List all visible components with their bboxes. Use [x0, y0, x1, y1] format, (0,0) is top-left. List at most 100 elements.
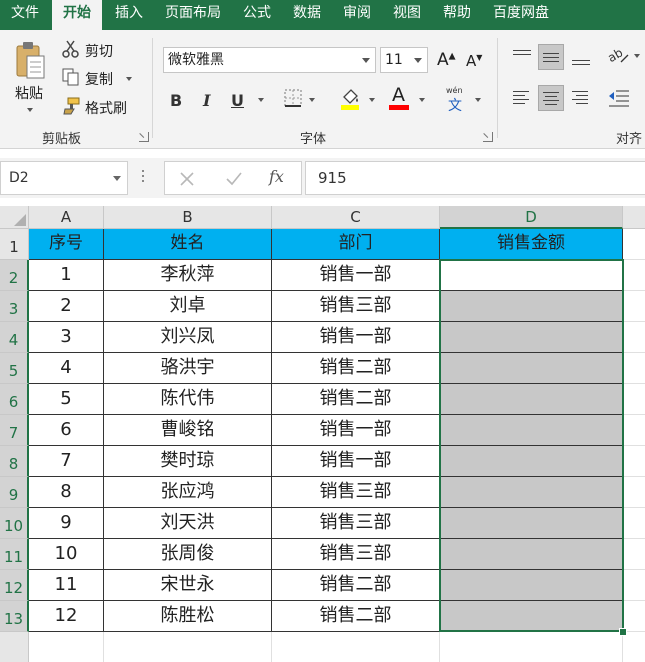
header-cell[interactable]: 序号 — [29, 229, 104, 260]
table-cell[interactable]: 李秋萍 — [104, 260, 272, 291]
empty-cell[interactable] — [623, 446, 645, 477]
empty-cell[interactable] — [272, 632, 440, 662]
table-cell[interactable]: 销售一部 — [272, 260, 440, 291]
fill-color-icon[interactable] — [340, 87, 360, 115]
border-icon[interactable] — [284, 89, 302, 111]
header-cell[interactable]: 销售金额 — [440, 229, 623, 260]
clipboard-launcher-icon[interactable] — [139, 132, 149, 142]
table-cell[interactable]: 刘天洪 — [104, 508, 272, 539]
cut-button[interactable]: 剪切 — [85, 41, 113, 61]
font-color-dropdown-icon[interactable] — [419, 98, 425, 102]
sales-amount-cell[interactable] — [440, 601, 623, 632]
formula-input[interactable]: 915 — [305, 161, 645, 195]
tab-item-1[interactable]: 开始 — [52, 0, 102, 30]
font-name-combo[interactable]: 微软雅黑 — [163, 47, 376, 73]
font-size-combo[interactable]: 11 — [380, 47, 428, 73]
table-cell[interactable]: 曹峻铭 — [104, 415, 272, 446]
phonetic-guide-icon[interactable]: wén 文 — [446, 86, 470, 114]
decrease-indent-icon[interactable] — [608, 88, 630, 112]
bold-button[interactable]: B — [170, 91, 182, 110]
border-dropdown-icon[interactable] — [309, 98, 315, 102]
row-header[interactable]: 6 — [0, 384, 29, 415]
name-box[interactable]: D2 — [0, 161, 128, 195]
empty-cell[interactable] — [623, 260, 645, 291]
format-painter-icon[interactable] — [62, 97, 80, 119]
fill-color-dropdown-icon[interactable] — [369, 98, 375, 102]
row-header[interactable]: 10 — [0, 508, 29, 539]
shrink-font-button[interactable]: A▼ — [466, 52, 482, 70]
table-cell[interactable]: 销售一部 — [272, 322, 440, 353]
column-header-a[interactable]: A — [29, 206, 104, 229]
table-cell[interactable]: 刘兴凤 — [104, 322, 272, 353]
paste-button[interactable]: 粘贴 — [15, 83, 43, 103]
empty-cell[interactable] — [623, 229, 645, 260]
tab-item-7[interactable]: 视图 — [382, 0, 432, 28]
italic-button[interactable]: I — [203, 91, 210, 110]
column-header-c[interactable]: C — [272, 206, 440, 229]
underline-dropdown-icon[interactable] — [258, 98, 264, 102]
empty-cell[interactable] — [623, 384, 645, 415]
table-cell[interactable]: 4 — [29, 353, 104, 384]
table-cell[interactable]: 12 — [29, 601, 104, 632]
sales-amount-cell[interactable] — [440, 477, 623, 508]
empty-cell[interactable] — [623, 508, 645, 539]
formula-bar-splitter-icon[interactable] — [142, 170, 144, 185]
enter-icon[interactable] — [225, 171, 243, 187]
sales-amount-cell[interactable] — [440, 446, 623, 477]
phonetic-dropdown-icon[interactable] — [475, 98, 481, 102]
format-painter-button[interactable]: 格式刷 — [85, 98, 127, 118]
empty-cell[interactable] — [104, 632, 272, 662]
sales-amount-cell[interactable] — [440, 260, 623, 291]
sales-amount-cell[interactable] — [440, 508, 623, 539]
align-middle-button[interactable] — [538, 44, 564, 70]
tab-item-9[interactable]: 百度网盘 — [482, 0, 560, 28]
row-header[interactable]: 5 — [0, 353, 29, 384]
table-cell[interactable]: 销售一部 — [272, 446, 440, 477]
tab-item-2[interactable]: 插入 — [104, 0, 154, 28]
cut-icon[interactable] — [62, 40, 80, 62]
sales-amount-cell[interactable] — [440, 353, 623, 384]
row-header[interactable]: 8 — [0, 446, 29, 477]
copy-dropdown-icon[interactable] — [126, 77, 132, 81]
empty-cell[interactable] — [440, 632, 623, 662]
orientation-icon[interactable]: ab — [605, 45, 630, 70]
row-header[interactable]: 13 — [0, 601, 29, 632]
column-header-d[interactable]: D — [440, 206, 623, 229]
row-header-next[interactable] — [0, 632, 29, 662]
tab-item-8[interactable]: 帮助 — [432, 0, 482, 28]
table-cell[interactable]: 销售三部 — [272, 508, 440, 539]
table-cell[interactable]: 3 — [29, 322, 104, 353]
sales-amount-cell[interactable] — [440, 384, 623, 415]
table-cell[interactable]: 销售二部 — [272, 353, 440, 384]
align-right-button[interactable] — [568, 85, 594, 111]
row-header[interactable]: 12 — [0, 570, 29, 601]
table-cell[interactable]: 2 — [29, 291, 104, 322]
sales-amount-cell[interactable] — [440, 539, 623, 570]
table-cell[interactable]: 销售三部 — [272, 539, 440, 570]
paste-icon[interactable] — [14, 40, 46, 82]
font-name-dropdown-icon[interactable] — [362, 58, 370, 63]
empty-cell[interactable] — [623, 322, 645, 353]
tab-item-4[interactable]: 公式 — [232, 0, 282, 28]
font-color-icon[interactable]: A — [389, 84, 411, 110]
row-header[interactable]: 11 — [0, 539, 29, 570]
table-cell[interactable]: 1 — [29, 260, 104, 291]
column-header-b[interactable]: B — [104, 206, 272, 229]
table-cell[interactable]: 8 — [29, 477, 104, 508]
empty-cell[interactable] — [29, 632, 104, 662]
select-all-button[interactable] — [0, 206, 29, 229]
empty-cell[interactable] — [623, 539, 645, 570]
copy-icon[interactable] — [62, 68, 80, 90]
row-header[interactable]: 4 — [0, 322, 29, 353]
align-bottom-button[interactable] — [568, 44, 594, 70]
copy-button[interactable]: 复制 — [85, 69, 113, 89]
font-launcher-icon[interactable] — [483, 132, 493, 142]
table-cell[interactable]: 樊时琼 — [104, 446, 272, 477]
table-cell[interactable]: 11 — [29, 570, 104, 601]
table-cell[interactable]: 销售三部 — [272, 477, 440, 508]
table-cell[interactable]: 销售一部 — [272, 415, 440, 446]
align-left-button[interactable] — [509, 85, 535, 111]
tab-item-5[interactable]: 数据 — [282, 0, 332, 28]
align-top-button[interactable] — [509, 44, 535, 70]
row-header[interactable]: 1 — [0, 229, 29, 260]
